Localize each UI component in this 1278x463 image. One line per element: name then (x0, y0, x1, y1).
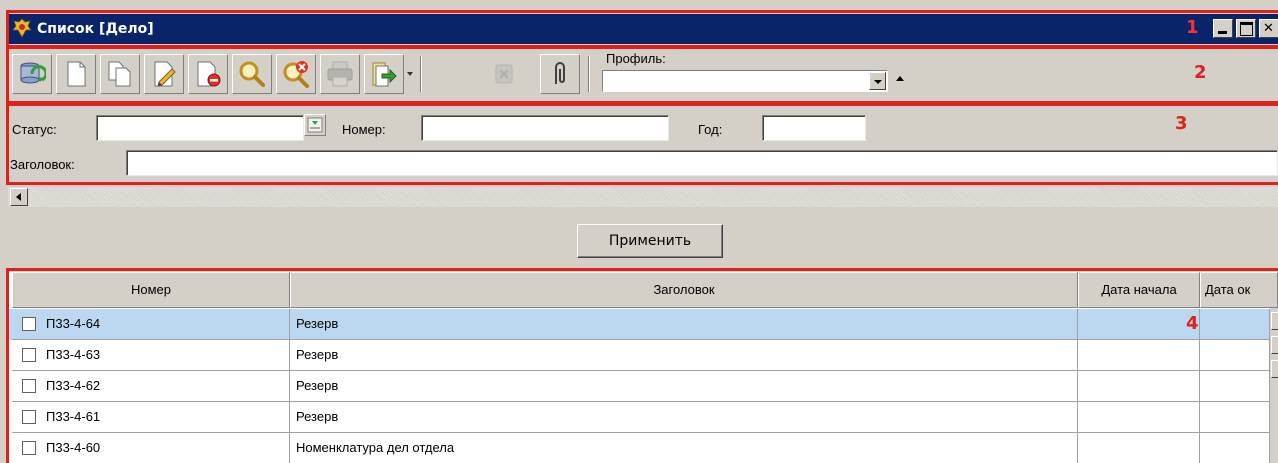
toolbar-separator (420, 56, 422, 92)
annotation-number-1: 1 (1186, 17, 1199, 38)
copy-button[interactable] (100, 54, 140, 94)
toolbar-separator (588, 56, 590, 92)
row-number: П33-4-60 (12, 433, 290, 463)
table-row[interactable]: П33-4-61 Резерв (8, 402, 1270, 433)
chevron-down-icon[interactable] (869, 72, 886, 90)
year-field[interactable] (762, 115, 866, 141)
row-checkbox[interactable] (22, 317, 36, 331)
number-label: Номер: (342, 122, 386, 137)
new-document-icon (67, 61, 86, 87)
edit-button[interactable] (144, 54, 184, 94)
title-field[interactable] (126, 150, 1278, 176)
app-emblem-icon (11, 17, 33, 39)
row-checkbox[interactable] (22, 348, 36, 362)
row-end-date (1200, 402, 1270, 433)
export-icon (372, 62, 397, 87)
scroll-left-icon[interactable] (10, 188, 28, 206)
minimize-button[interactable] (1213, 19, 1233, 38)
row-start-date (1078, 371, 1200, 402)
scroll-thumb[interactable] (1271, 336, 1278, 354)
status-pick-button[interactable] (304, 114, 326, 136)
refresh-button[interactable] (12, 54, 52, 94)
number-field[interactable] (421, 115, 669, 141)
pick-list-icon (307, 117, 323, 133)
row-number: П33-4-63 (12, 340, 290, 371)
disabled-action-icon (495, 64, 513, 84)
table-row[interactable]: П33-4-64 Резерв (8, 309, 1270, 340)
profile-label: Профиль: (606, 51, 666, 66)
disabled-action-button[interactable] (484, 54, 524, 94)
title-label: Заголовок: (10, 157, 75, 172)
scroll-up-icon[interactable] (1271, 312, 1278, 330)
maximize-button[interactable] (1236, 19, 1256, 38)
vertical-scrollbar[interactable] (1270, 308, 1278, 463)
column-header-end-date[interactable]: Дата ок (1200, 272, 1278, 308)
attachment-icon (555, 62, 565, 84)
row-title: Номенклатура дел отдела (290, 433, 1078, 463)
search-icon (239, 61, 265, 87)
export-dropdown-arrow[interactable] (405, 54, 415, 94)
status-field[interactable] (96, 115, 304, 141)
table-row[interactable]: П33-4-60 Номенклатура дел отдела (8, 433, 1270, 463)
row-start-date (1078, 433, 1200, 463)
row-checkbox[interactable] (22, 441, 36, 455)
row-end-date (1200, 309, 1270, 340)
new-button[interactable] (56, 54, 96, 94)
print-icon (327, 61, 353, 87)
search-button[interactable] (232, 54, 272, 94)
column-header-number[interactable]: Номер (12, 272, 290, 308)
profile-select[interactable] (602, 70, 888, 92)
row-number: П33-4-64 (12, 309, 290, 340)
print-button[interactable] (320, 54, 360, 94)
clear-search-icon (283, 61, 309, 88)
window-title: Список [Дело] (37, 21, 154, 37)
row-title: Резерв (290, 340, 1078, 371)
row-checkbox[interactable] (22, 379, 36, 393)
apply-button[interactable]: Применить (577, 224, 723, 258)
title-bar: Список [Дело] 1 (0, 0, 1278, 48)
close-button[interactable] (1259, 19, 1278, 38)
row-end-date (1200, 433, 1270, 463)
row-number: П33-4-62 (12, 371, 290, 402)
row-start-date (1078, 402, 1200, 433)
export-button[interactable] (364, 54, 404, 94)
scroll-down-icon[interactable] (1271, 360, 1278, 378)
annotation-number-4: 4 (1186, 313, 1199, 334)
delete-button[interactable] (188, 54, 228, 94)
toolbar: Профиль: 2 (8, 48, 1278, 104)
row-checkbox[interactable] (22, 410, 36, 424)
delete-document-icon (197, 61, 221, 87)
row-title: Резерв (290, 402, 1078, 433)
row-end-date (1200, 340, 1270, 371)
horizontal-scrollbar[interactable] (8, 187, 1278, 207)
row-start-date (1078, 340, 1200, 371)
collapse-toolbar-icon[interactable] (892, 68, 908, 92)
row-end-date (1200, 371, 1270, 402)
table-row[interactable]: П33-4-63 Резерв (8, 340, 1270, 371)
row-title: Резерв (290, 371, 1078, 402)
year-label: Год: (698, 122, 723, 137)
column-header-title[interactable]: Заголовок (290, 272, 1078, 308)
refresh-icon (20, 62, 46, 84)
results-grid: Номер Заголовок Дата начала Дата ок П33-… (8, 272, 1278, 463)
column-header-start-date[interactable]: Дата начала (1078, 272, 1200, 308)
row-number: П33-4-61 (12, 402, 290, 433)
attachment-button[interactable] (540, 54, 580, 94)
row-start-date (1078, 309, 1200, 340)
filter-panel: Статус: Номер: Год: Заголовок: 3 (8, 106, 1278, 184)
row-title: Резерв (290, 309, 1078, 340)
clear-search-button[interactable] (276, 54, 316, 94)
copy-document-icon (108, 61, 131, 87)
table-row[interactable]: П33-4-62 Резерв (8, 371, 1270, 402)
annotation-number-3: 3 (1175, 113, 1188, 134)
annotation-number-2: 2 (1194, 62, 1207, 83)
status-label: Статус: (12, 122, 57, 137)
title-bar-fill (8, 14, 1278, 44)
edit-document-icon (154, 61, 176, 87)
